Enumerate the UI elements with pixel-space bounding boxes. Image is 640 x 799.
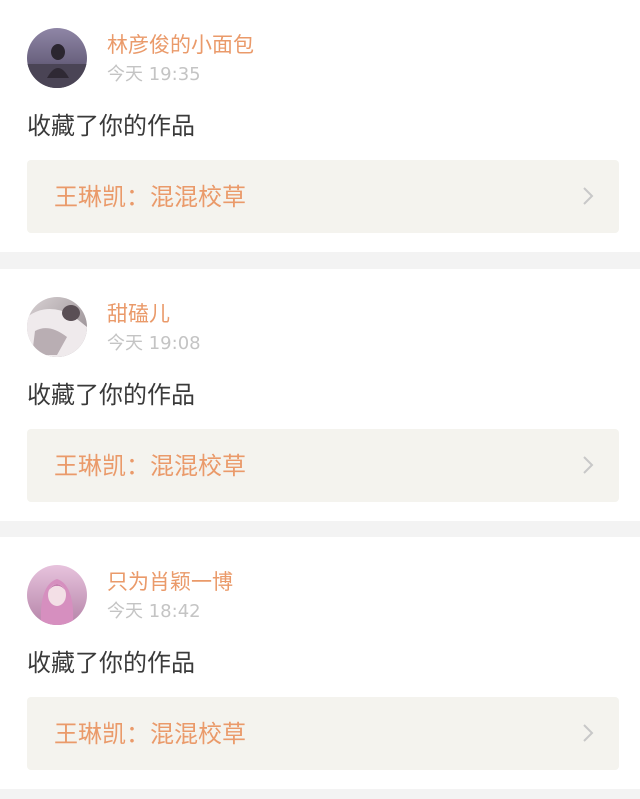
avatar-image xyxy=(27,297,87,357)
avatar-image xyxy=(27,28,87,88)
work-link-card[interactable]: 王琳凯：混混校草 xyxy=(27,429,619,502)
notification-feed: 林彦俊的小面包 今天 19:35 收藏了你的作品 王琳凯：混混校草 甜磕儿 今天… xyxy=(0,0,640,799)
avatar-image xyxy=(27,565,87,625)
work-title: 王琳凯：混混校草 xyxy=(54,720,246,748)
work-link-card[interactable]: 王琳凯：混混校草 xyxy=(27,697,619,770)
notification-item: 只为肖颖一博 今天 18:42 收藏了你的作品 王琳凯：混混校草 xyxy=(0,537,640,789)
chevron-right-icon xyxy=(581,454,595,476)
chevron-right-icon xyxy=(581,185,595,207)
action-text: 收藏了你的作品 xyxy=(27,112,195,140)
notification-item: 林彦俊的小面包 今天 19:35 收藏了你的作品 王琳凯：混混校草 xyxy=(0,0,640,252)
chevron-right-icon xyxy=(581,722,595,744)
username[interactable]: 只为肖颖一博 xyxy=(107,568,233,596)
user-avatar[interactable] xyxy=(27,565,87,625)
timestamp: 今天 18:42 xyxy=(107,601,201,622)
user-avatar[interactable] xyxy=(27,297,87,357)
action-text: 收藏了你的作品 xyxy=(27,381,195,409)
work-title: 王琳凯：混混校草 xyxy=(54,183,246,211)
work-title: 王琳凯：混混校草 xyxy=(54,452,246,480)
user-avatar[interactable] xyxy=(27,28,87,88)
notification-item: 甜磕儿 今天 19:08 收藏了你的作品 王琳凯：混混校草 xyxy=(0,269,640,521)
work-link-card[interactable]: 王琳凯：混混校草 xyxy=(27,160,619,233)
timestamp: 今天 19:35 xyxy=(107,64,201,85)
username[interactable]: 甜磕儿 xyxy=(107,300,170,328)
timestamp: 今天 19:08 xyxy=(107,333,201,354)
action-text: 收藏了你的作品 xyxy=(27,649,195,677)
username[interactable]: 林彦俊的小面包 xyxy=(107,31,254,59)
